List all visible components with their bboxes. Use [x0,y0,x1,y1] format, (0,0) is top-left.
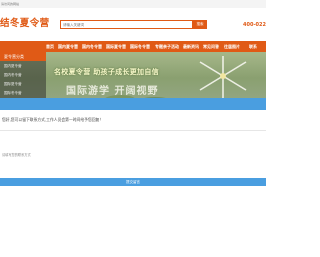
dialog-contact-note: 请填写您的联系方式 [2,153,31,157]
submit-message-button[interactable]: 提交留言 [0,178,266,186]
sidebar-title: 夏令营分类 [0,52,46,61]
top-utility-bar: 请访问的网站 [0,0,266,8]
nav-item-domestic-summer[interactable]: 国内夏令营 [58,41,78,52]
nav-item-faq[interactable]: 常见问答 [203,41,219,52]
nav-item-past-photos[interactable]: 往届图片 [224,41,240,52]
main-nav: 首页 国内夏令营 国内冬令营 国际夏令营 国际冬令营 专题亲子活动 最新资讯 常… [0,41,266,52]
banner-headline: 名校夏令营 助孩子成长更加自信 [54,68,159,76]
nav-item-international-winter[interactable]: 国际冬令营 [130,41,150,52]
dialog-message: 您好,您可以留下联系方式,工作人员会第一时间给予您回复！ [2,117,104,122]
search-button[interactable]: 搜索 [193,20,207,29]
nav-item-family-activities[interactable]: 专题亲子活动 [155,41,179,52]
banner-subheadline: 国际游学 开阔视野 [66,86,159,97]
hotline-phone: 400-022 [243,22,266,28]
nav-item-contact[interactable]: 联系 [249,41,257,52]
message-dialog: 您好,您可以留下联系方式,工作人员会第一时间给予您回复！ 请填写您的联系方式 提… [0,110,266,257]
dialog-divider [0,130,266,131]
sidebar-item-domestic-summer[interactable]: 国内夏令营 [4,64,42,69]
message-dialog-header [0,98,266,110]
sidebar-item-domestic-winter[interactable]: 国内冬令营 [4,73,42,78]
category-sidebar: 夏令营分类 国内夏令营 国内冬令营 国际夏令营 国际冬令营 [0,52,46,101]
sidebar-item-international-winter[interactable]: 国际冬令营 [4,91,42,96]
site-logo[interactable]: 结冬夏令营 [0,15,50,29]
search-input[interactable] [60,20,193,29]
nav-item-domestic-winter[interactable]: 国内冬令营 [82,41,102,52]
nav-item-news[interactable]: 最新资讯 [183,41,199,52]
nav-item-international-summer[interactable]: 国际夏令营 [106,41,126,52]
nav-item-home[interactable]: 首页 [46,41,54,52]
topbar-text: 请访问的网站 [1,2,20,6]
sidebar-item-international-summer[interactable]: 国际夏令营 [4,82,42,87]
